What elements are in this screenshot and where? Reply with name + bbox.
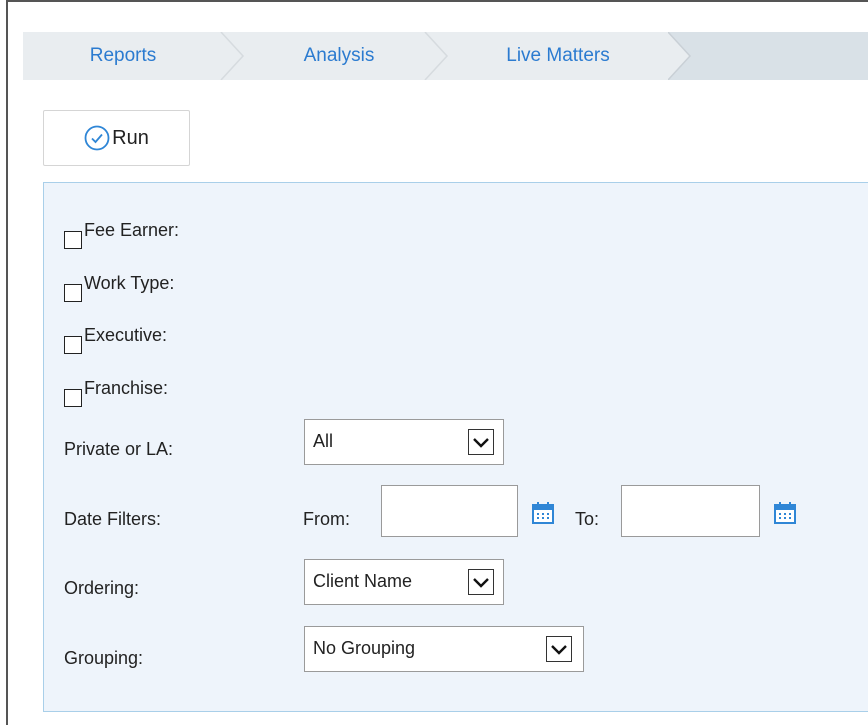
chevron-down-icon[interactable] [468, 429, 494, 455]
window-frame: Reports Analysis Live Matters Run Fee Ea… [6, 0, 868, 725]
ordering-value: Client Name [313, 571, 413, 591]
calendar-icon[interactable] [773, 501, 797, 525]
work-type-label: Work Type: [84, 273, 175, 293]
franchise-checkbox[interactable] [64, 389, 82, 407]
work-type-checkbox[interactable] [64, 284, 82, 302]
to-date-input[interactable] [621, 485, 760, 537]
chevron-down-icon[interactable] [468, 569, 494, 595]
breadcrumb-current-arrow [668, 32, 868, 80]
ordering-label: Ordering: [64, 578, 140, 598]
ordering-select[interactable]: Client Name [304, 559, 504, 605]
private-or-la-value: All [313, 431, 334, 451]
private-or-la-label: Private or LA: [64, 439, 174, 459]
franchise-label: Franchise: [84, 378, 169, 398]
date-filters-label: Date Filters: [64, 509, 162, 529]
fee-earner-filter: Fee Earner: [64, 220, 180, 249]
run-button[interactable]: Run [43, 110, 190, 166]
to-label: To: [575, 509, 600, 529]
filter-panel: Fee Earner: Work Type: Executive: Franch… [43, 182, 868, 712]
executive-checkbox[interactable] [64, 336, 82, 354]
calendar-icon[interactable] [531, 501, 555, 525]
run-button-label: Run [112, 126, 149, 149]
breadcrumb-item-analysis[interactable]: Analysis [249, 32, 429, 80]
franchise-filter: Franchise: [64, 378, 169, 407]
private-or-la-select[interactable]: All [304, 419, 504, 465]
breadcrumb-separator [220, 32, 245, 80]
breadcrumb-item-reports[interactable]: Reports [23, 32, 223, 80]
chevron-down-icon[interactable] [546, 636, 572, 662]
from-date-input[interactable] [381, 485, 518, 537]
executive-filter: Executive: [64, 325, 168, 354]
grouping-label: Grouping: [64, 648, 144, 668]
fee-earner-label: Fee Earner: [84, 220, 180, 240]
fee-earner-checkbox[interactable] [64, 231, 82, 249]
grouping-value: No Grouping [313, 638, 416, 658]
from-label: From: [303, 509, 350, 529]
check-circle-icon [84, 125, 110, 151]
grouping-select[interactable]: No Grouping [304, 626, 584, 672]
executive-label: Executive: [84, 325, 168, 345]
work-type-filter: Work Type: [64, 273, 175, 302]
breadcrumb-item-live-matters[interactable]: Live Matters [443, 32, 673, 80]
breadcrumb: Reports Analysis Live Matters [23, 32, 868, 80]
